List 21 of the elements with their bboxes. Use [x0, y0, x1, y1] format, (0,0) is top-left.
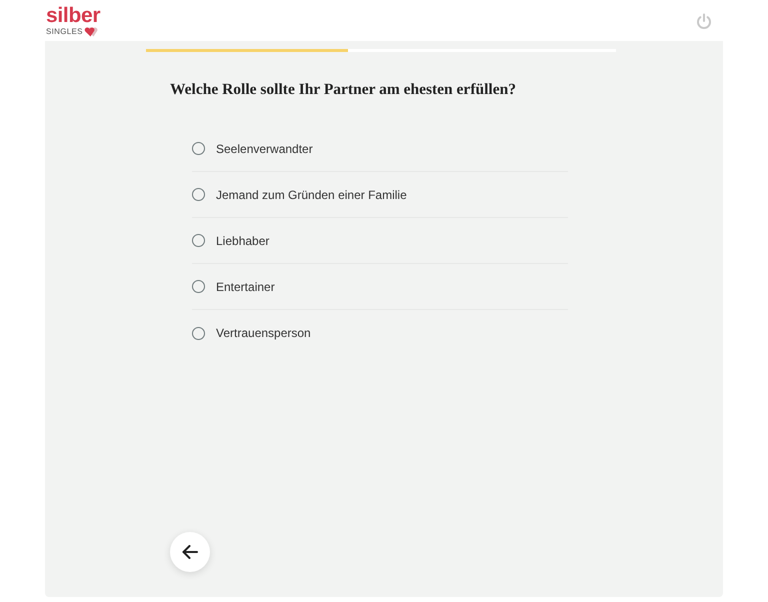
answer-option[interactable]: Seelenverwandter [192, 126, 568, 172]
answer-option[interactable]: Liebhaber [192, 218, 568, 264]
back-button[interactable] [170, 532, 210, 572]
answer-option[interactable]: Jemand zum Gründen einer Familie [192, 172, 568, 218]
answer-option[interactable]: Vertrauensperson [192, 310, 568, 356]
question-title: Welche Rolle sollte Ihr Partner am ehesten erfüllen? [170, 80, 517, 100]
radio-button[interactable] [192, 142, 205, 155]
logo-wordmark: silber [46, 5, 100, 26]
option-label: Jemand zum Gründen einer Familie [216, 186, 407, 204]
radio-button[interactable] [192, 280, 205, 293]
arrow-left-icon [182, 545, 198, 559]
option-label: Liebhaber [216, 232, 270, 250]
hearts-icon [84, 26, 100, 37]
answer-option[interactable]: Entertainer [192, 264, 568, 310]
radio-button[interactable] [192, 188, 205, 201]
option-label: Vertrauensperson [216, 325, 311, 342]
logo-tagline: SINGLES [46, 26, 83, 36]
option-label: Seelenverwandter [216, 140, 313, 158]
radio-button[interactable] [192, 234, 205, 247]
option-label: Entertainer [216, 278, 275, 296]
radio-button[interactable] [192, 326, 205, 340]
